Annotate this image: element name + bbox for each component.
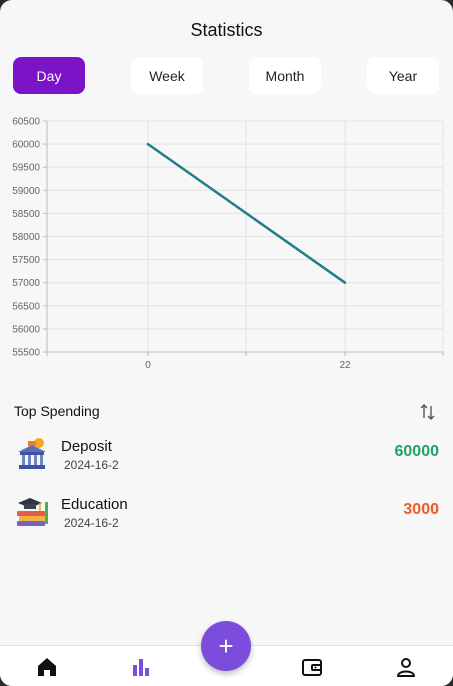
- home-icon[interactable]: [35, 655, 59, 679]
- y-tick-label: 56500: [12, 301, 40, 312]
- wallet-icon[interactable]: [300, 655, 324, 679]
- y-tick-label: 59500: [12, 163, 40, 174]
- period-tabs: Day Week Month Year: [13, 57, 440, 94]
- item-date: 2024-16-2: [64, 516, 119, 530]
- profile-icon[interactable]: [394, 655, 418, 679]
- spending-line-chart: 60500 60000 59500 59000 58500 58000 57500 57000…: [0, 110, 453, 375]
- app-screen: Statistics Day Week Month Year 60500 6000…: [0, 0, 453, 686]
- books-icon: [17, 498, 48, 526]
- y-tick-label: 55500: [12, 348, 40, 359]
- page-title: Statistics: [190, 20, 263, 40]
- list-item[interactable]: Deposit 2024-16-2 60000: [14, 432, 439, 480]
- bank-icon: [18, 438, 46, 469]
- bar-chart-icon[interactable]: [129, 655, 153, 679]
- y-tick-label: 58500: [12, 209, 40, 220]
- y-tick-label: 56000: [12, 324, 40, 335]
- tab-week[interactable]: Week: [131, 57, 203, 94]
- tab-month[interactable]: Month: [249, 57, 321, 94]
- x-tick-label: 0: [145, 360, 151, 371]
- item-amount: 3000: [403, 501, 439, 518]
- top-spending-title: Top Spending: [14, 403, 100, 419]
- tab-year[interactable]: Year: [367, 57, 439, 94]
- item-date: 2024-16-2: [64, 458, 119, 472]
- item-name: Education: [61, 496, 128, 513]
- y-tick-label: 60000: [12, 140, 40, 151]
- add-transaction-button[interactable]: +: [201, 621, 251, 671]
- chart-svg: 60500 60000 59500 59000 58500 58000 57500 57000…: [12, 117, 444, 371]
- y-tick-label: 57000: [12, 278, 40, 289]
- x-tick-label: 22: [339, 360, 351, 371]
- y-tick-label: 57500: [12, 255, 40, 266]
- sort-arrows-icon[interactable]: [420, 402, 436, 422]
- item-name: Deposit: [61, 438, 112, 455]
- y-tick-label: 59000: [12, 186, 40, 197]
- item-amount: 60000: [394, 443, 440, 460]
- y-tick-label: 60500: [12, 117, 40, 128]
- tab-day[interactable]: Day: [13, 57, 85, 94]
- list-item[interactable]: Education 2024-16-2 3000: [14, 490, 439, 538]
- y-tick-label: 58000: [12, 232, 40, 243]
